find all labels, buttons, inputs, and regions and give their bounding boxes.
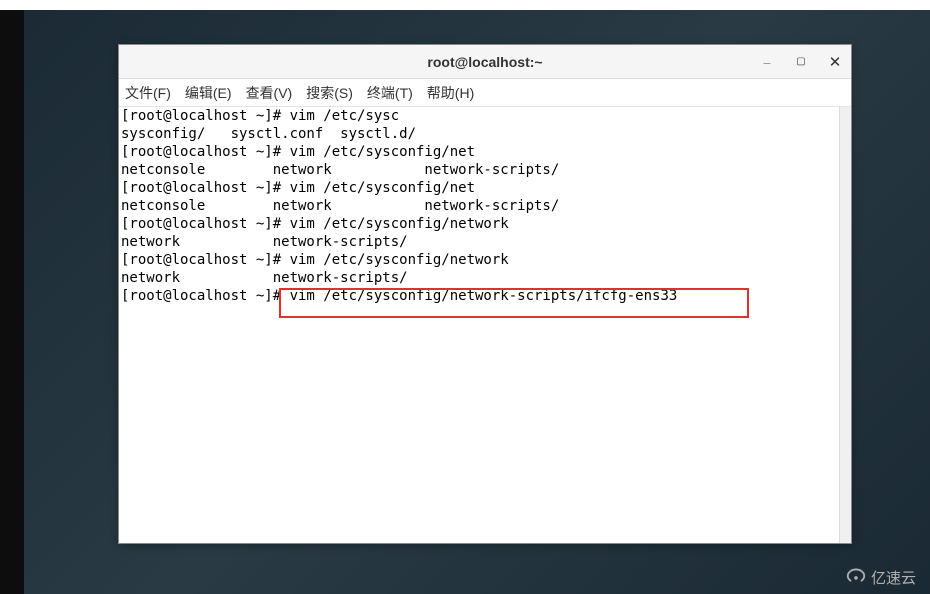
scrollbar[interactable] (839, 107, 851, 543)
terminal-line: sysconfig/ sysctl.conf sysctl.d/ (121, 125, 849, 143)
left-bar (0, 10, 24, 594)
terminal-output[interactable]: [root@localhost ~]# vim /etc/sysc syscon… (119, 107, 851, 543)
menu-edit[interactable]: 编辑(E) (185, 83, 232, 103)
terminal-line: netconsole network network-scripts/ (121, 161, 849, 179)
menu-view[interactable]: 查看(V) (246, 83, 293, 103)
menu-terminal[interactable]: 终端(T) (367, 83, 413, 103)
terminal-line-current: [root@localhost ~]# vim /etc/sysconfig/n… (121, 287, 849, 305)
maximize-button[interactable]: ▢ (789, 50, 813, 74)
terminal-line: netconsole network network-scripts/ (121, 197, 849, 215)
menu-help[interactable]: 帮助(H) (427, 83, 474, 103)
terminal-line: [root@localhost ~]# vim /etc/sysconfig/n… (121, 179, 849, 197)
minimize-icon: _ (764, 51, 771, 65)
close-icon: ✕ (829, 53, 842, 71)
terminal-line: network network-scripts/ (121, 233, 849, 251)
window-title: root@localhost:~ (119, 54, 851, 70)
top-gap (0, 0, 930, 10)
titlebar[interactable]: root@localhost:~ _ ▢ ✕ (119, 45, 851, 79)
terminal-line: [root@localhost ~]# vim /etc/sysc (121, 107, 849, 125)
terminal-window: root@localhost:~ _ ▢ ✕ 文件(F) 编辑(E) 查看(V)… (118, 44, 852, 544)
terminal-line: network network-scripts/ (121, 269, 849, 287)
maximize-icon: ▢ (796, 56, 805, 67)
terminal-line: [root@localhost ~]# vim /etc/sysconfig/n… (121, 143, 849, 161)
watermark-logo-icon (845, 566, 867, 588)
minimize-button[interactable]: _ (755, 50, 779, 74)
close-button[interactable]: ✕ (823, 50, 847, 74)
menu-search[interactable]: 搜索(S) (306, 83, 353, 103)
menu-file[interactable]: 文件(F) (125, 83, 171, 103)
watermark: 亿速云 (845, 566, 916, 588)
watermark-text: 亿速云 (871, 567, 916, 588)
menubar: 文件(F) 编辑(E) 查看(V) 搜索(S) 终端(T) 帮助(H) (119, 79, 851, 107)
terminal-line: [root@localhost ~]# vim /etc/sysconfig/n… (121, 215, 849, 233)
window-controls: _ ▢ ✕ (755, 50, 847, 74)
terminal-line: [root@localhost ~]# vim /etc/sysconfig/n… (121, 251, 849, 269)
